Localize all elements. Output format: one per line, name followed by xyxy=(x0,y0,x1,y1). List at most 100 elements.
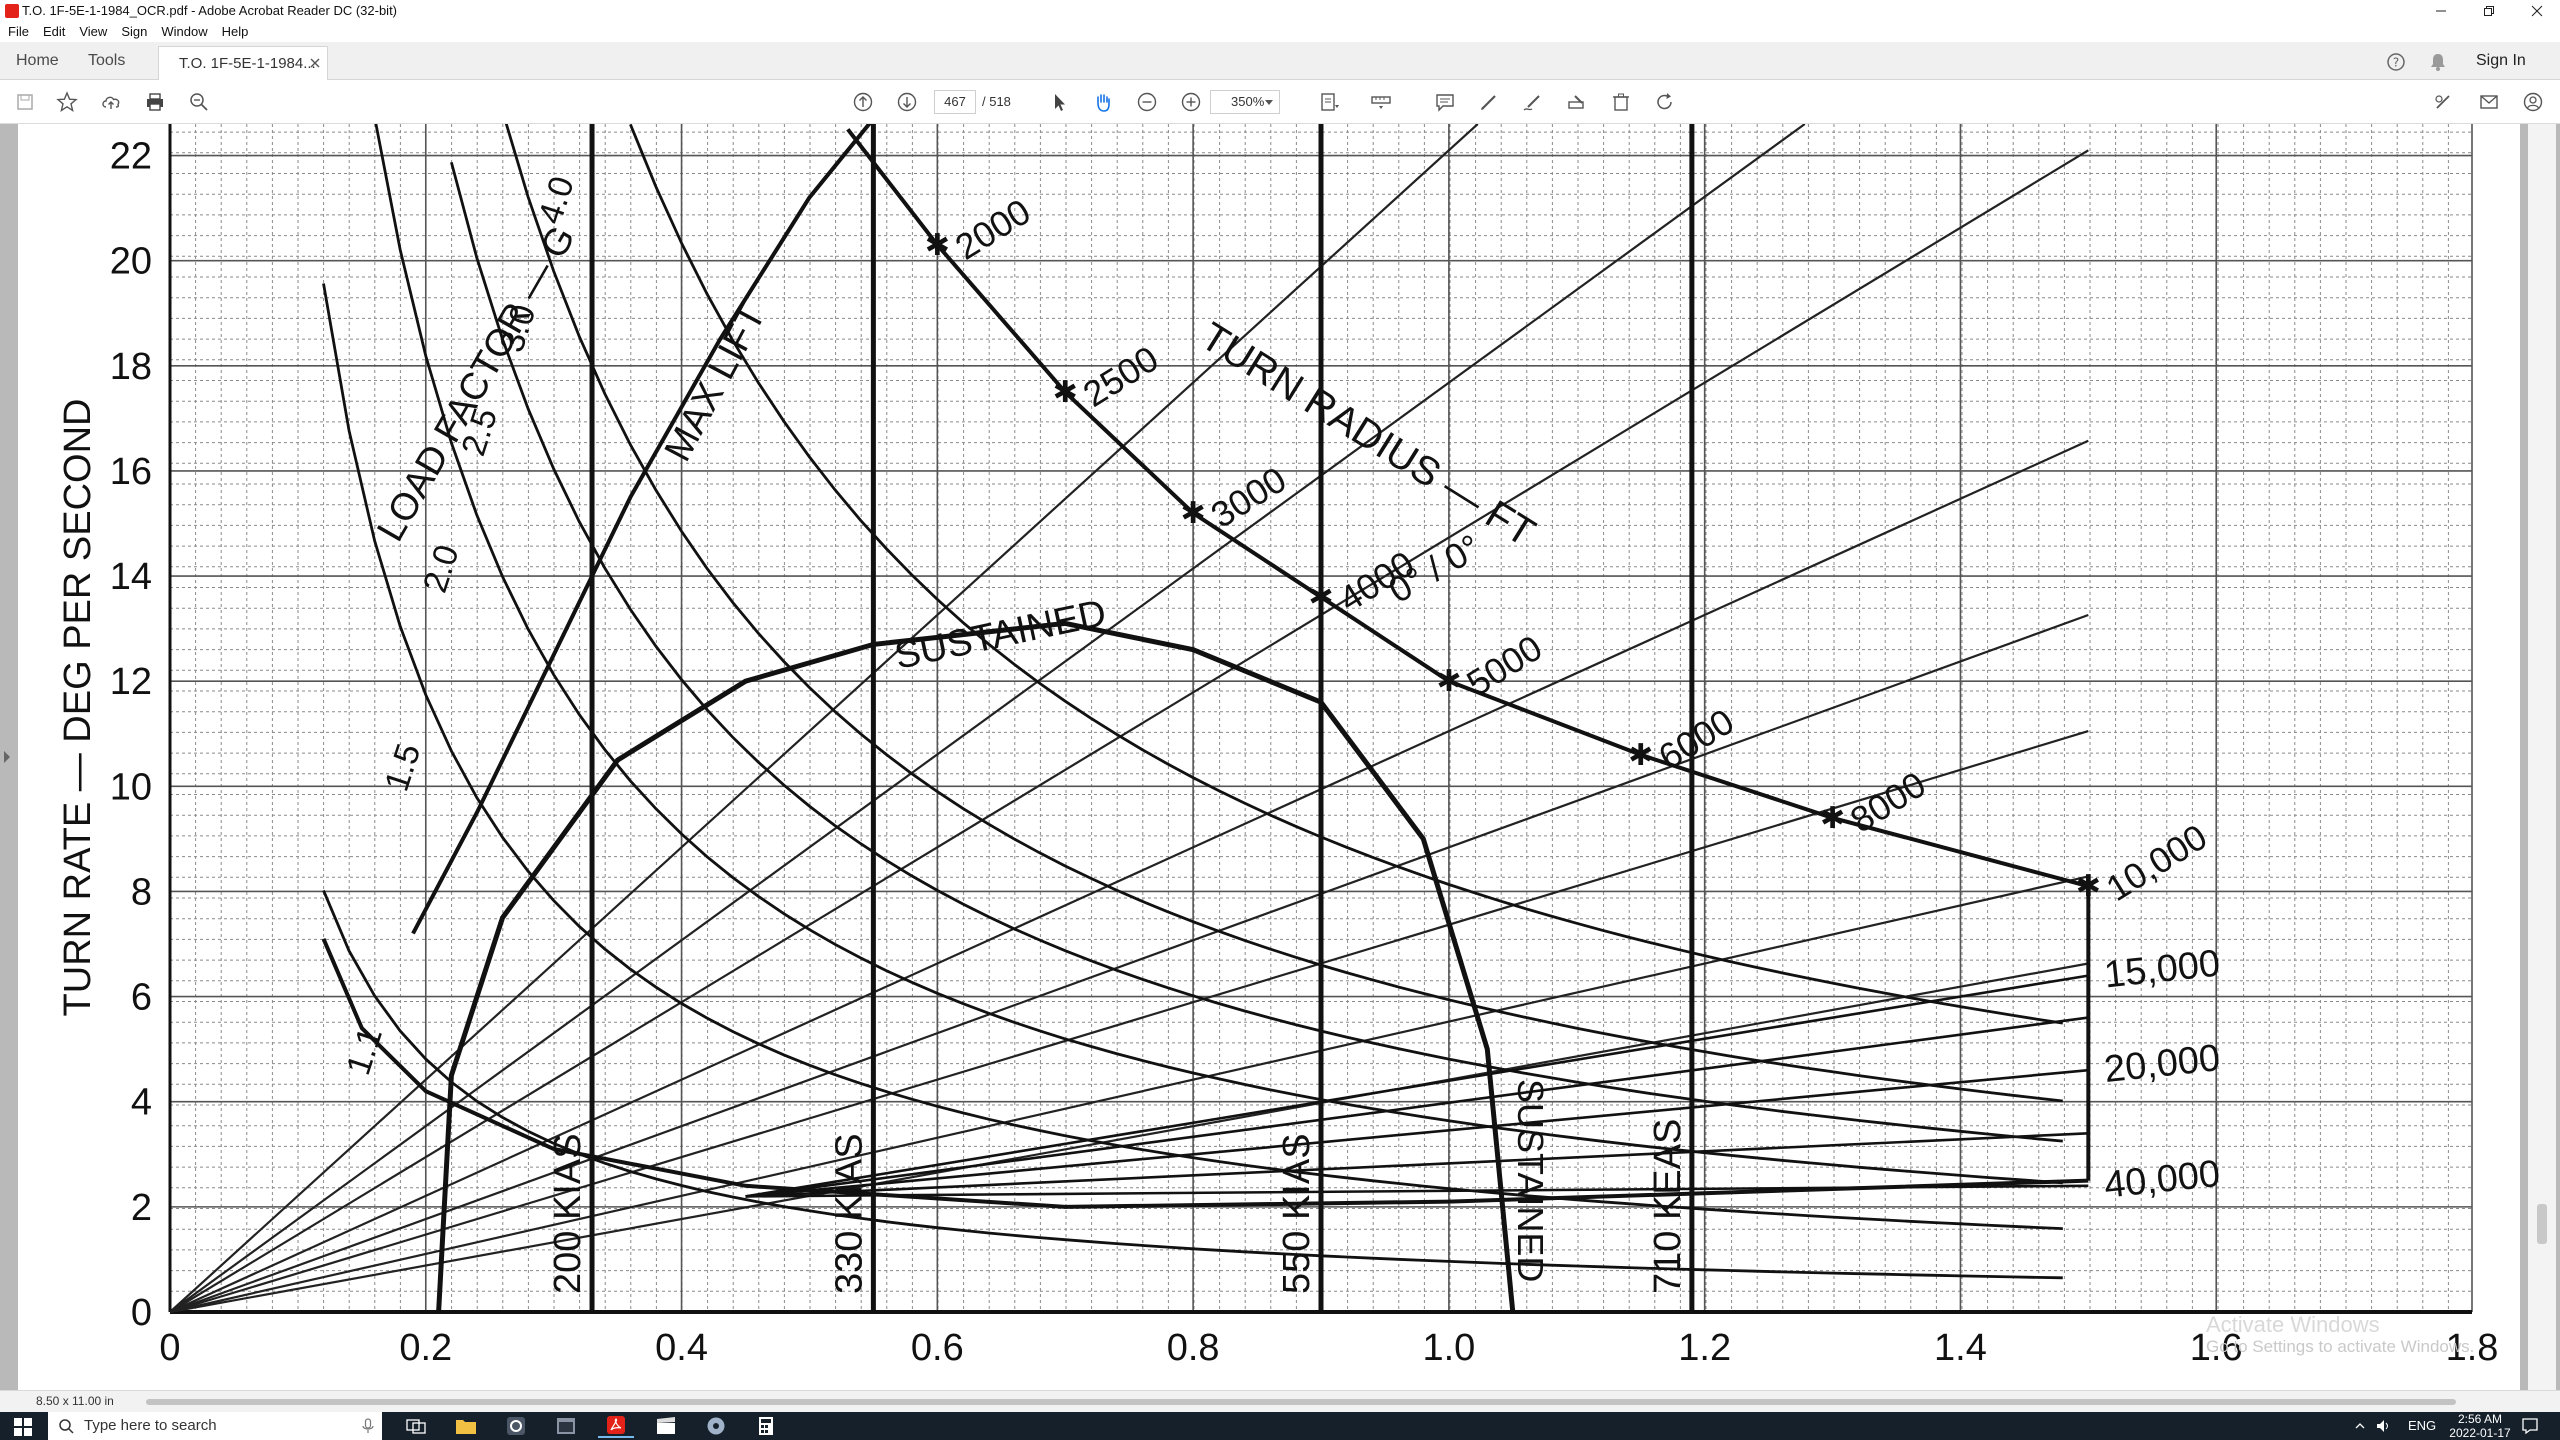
app-circle-icon xyxy=(507,1417,525,1435)
draw-pencil-icon xyxy=(1523,95,1540,111)
vertical-scrollbar[interactable] xyxy=(2528,124,2556,1390)
x-tick-label: 1.0 xyxy=(1422,1327,1475,1369)
save-icon xyxy=(17,94,33,110)
tab-tools[interactable]: Tools xyxy=(88,42,125,80)
document-viewport[interactable]: ✱ ✱ ✱ ✱ ✱ ✱ ✱ ✱ 0 0.2 0.4 0.6 0.8 1.0 1.2 1.4 1.6 1.8 0 2 4… xyxy=(0,124,2560,1390)
star-marker: ✱ xyxy=(1436,665,1461,698)
windows-start-icon[interactable] xyxy=(14,1418,32,1436)
stamp-icon xyxy=(1568,95,1584,109)
arrow-up-circle-icon xyxy=(853,92,873,112)
rotate-button[interactable] xyxy=(1654,91,1676,113)
y-tick-label: 18 xyxy=(110,346,152,388)
menu-help[interactable]: Help xyxy=(222,23,249,41)
find-button[interactable] xyxy=(188,91,210,113)
help-icon[interactable]: ? xyxy=(2386,52,2406,72)
minimize-icon xyxy=(2436,10,2446,12)
action-center-icon[interactable] xyxy=(2520,1416,2540,1436)
notifications-bell-icon[interactable] xyxy=(2428,52,2448,72)
acrobat-taskbar-button[interactable] xyxy=(598,1414,634,1438)
menu-edit[interactable]: Edit xyxy=(43,23,65,41)
edit-link-icon xyxy=(2435,95,2450,109)
print-icon xyxy=(147,93,163,111)
save-button[interactable] xyxy=(14,91,36,113)
app-button-3[interactable] xyxy=(698,1414,734,1438)
media-app-button[interactable] xyxy=(648,1414,684,1438)
folder-icon xyxy=(456,1420,476,1434)
draw-button[interactable] xyxy=(1522,91,1544,113)
restore-button[interactable] xyxy=(2466,0,2512,22)
page-number-input[interactable]: 467 xyxy=(934,90,976,114)
comment-button[interactable] xyxy=(1434,91,1456,113)
x-tick-label: 1.2 xyxy=(1678,1327,1731,1369)
user-share-icon xyxy=(2523,92,2543,112)
close-window-button[interactable] xyxy=(2514,0,2560,22)
zoom-out-button[interactable] xyxy=(1136,91,1158,113)
status-bar: 8.50 x 11.00 in xyxy=(0,1390,2560,1412)
next-page-button[interactable] xyxy=(896,91,918,113)
edit-pdf-button[interactable] xyxy=(2432,91,2454,113)
x-tick-label: 0.2 xyxy=(399,1327,452,1369)
tab-bar: Home Tools T.O. 1F-5E-1-1984... ? Sign I… xyxy=(0,42,2560,80)
trash-icon xyxy=(1613,93,1629,111)
menu-sign[interactable]: Sign xyxy=(121,23,147,41)
turn-radius-line xyxy=(169,730,2089,1314)
page-size-label: 8.50 x 11.00 in xyxy=(36,1394,114,1408)
volume-icon[interactable] xyxy=(2376,1419,2390,1433)
page-total-label: / 518 xyxy=(982,94,1011,109)
task-view-button[interactable] xyxy=(398,1414,434,1438)
file-explorer-button[interactable] xyxy=(448,1414,484,1438)
highlight-button[interactable] xyxy=(1478,91,1500,113)
star-icon xyxy=(56,91,78,113)
speed-line-label: 200 KIAS xyxy=(547,1133,589,1294)
tray-chevron-up-icon[interactable] xyxy=(2354,1420,2366,1432)
upload-button[interactable] xyxy=(100,91,122,113)
previous-page-button[interactable] xyxy=(852,91,874,113)
clock[interactable]: 2:56 AM 2022-01-17 xyxy=(2440,1412,2520,1440)
select-tool-button[interactable] xyxy=(1048,91,1070,113)
language-indicator[interactable]: ENG xyxy=(2408,1418,2436,1433)
left-panel-toggle-icon[interactable] xyxy=(2,750,12,764)
y-tick-label: 8 xyxy=(131,871,152,913)
microphone-icon[interactable] xyxy=(360,1418,376,1434)
tab-home[interactable]: Home xyxy=(16,42,59,80)
horizontal-scroll-thumb[interactable] xyxy=(146,1399,2456,1405)
calculator-button[interactable] xyxy=(748,1414,784,1438)
y-tick-label: 2 xyxy=(131,1187,152,1229)
horizontal-scrollbar[interactable] xyxy=(136,1397,2526,1407)
share-user-button[interactable] xyxy=(2522,91,2544,113)
x-tick-label: 0.4 xyxy=(655,1327,708,1369)
activate-windows-watermark: Activate Windows Go to Settings to activ… xyxy=(2206,1314,2474,1358)
menu-window[interactable]: Window xyxy=(161,23,207,41)
delete-button[interactable] xyxy=(1610,91,1632,113)
main-toolbar: 467 / 518 350% xyxy=(0,80,2560,124)
app-button-2[interactable] xyxy=(548,1414,584,1438)
menu-file[interactable]: File xyxy=(8,23,29,41)
sustained-label-top: SUSTAINED xyxy=(891,592,1110,678)
cloud-upload-icon xyxy=(102,96,120,109)
arrow-down-circle-icon xyxy=(897,92,917,112)
measure-tool-button[interactable] xyxy=(1370,91,1392,113)
app-button-1[interactable] xyxy=(498,1414,534,1438)
search-placeholder: Type here to search xyxy=(84,1417,217,1434)
email-button[interactable] xyxy=(2478,91,2500,113)
y-tick-label: 22 xyxy=(110,136,152,178)
menu-view[interactable]: View xyxy=(79,23,107,41)
hand-tool-button[interactable] xyxy=(1092,91,1114,113)
zoom-level-select[interactable]: 350% xyxy=(1210,90,1280,114)
search-icon xyxy=(59,1419,74,1434)
x-tick-label: 0.6 xyxy=(911,1327,964,1369)
bookmark-button[interactable] xyxy=(56,91,78,113)
sign-in-button[interactable]: Sign In xyxy=(2476,42,2526,80)
vertical-scroll-thumb[interactable] xyxy=(2537,1204,2547,1244)
close-tab-icon[interactable] xyxy=(309,57,321,69)
chart-curves xyxy=(169,124,2091,1314)
page-layout-button[interactable] xyxy=(1318,91,1340,113)
y-tick-label: 12 xyxy=(110,661,152,703)
zoom-in-button[interactable] xyxy=(1180,91,1202,113)
taskbar-search[interactable]: Type here to search xyxy=(48,1412,382,1440)
minimize-button[interactable] xyxy=(2418,0,2464,22)
fill-sign-button[interactable] xyxy=(1566,91,1588,113)
print-button[interactable] xyxy=(144,91,166,113)
turn-radius-label: 10,000 xyxy=(2099,816,2214,909)
tab-document[interactable]: T.O. 1F-5E-1-1984... xyxy=(158,46,328,80)
